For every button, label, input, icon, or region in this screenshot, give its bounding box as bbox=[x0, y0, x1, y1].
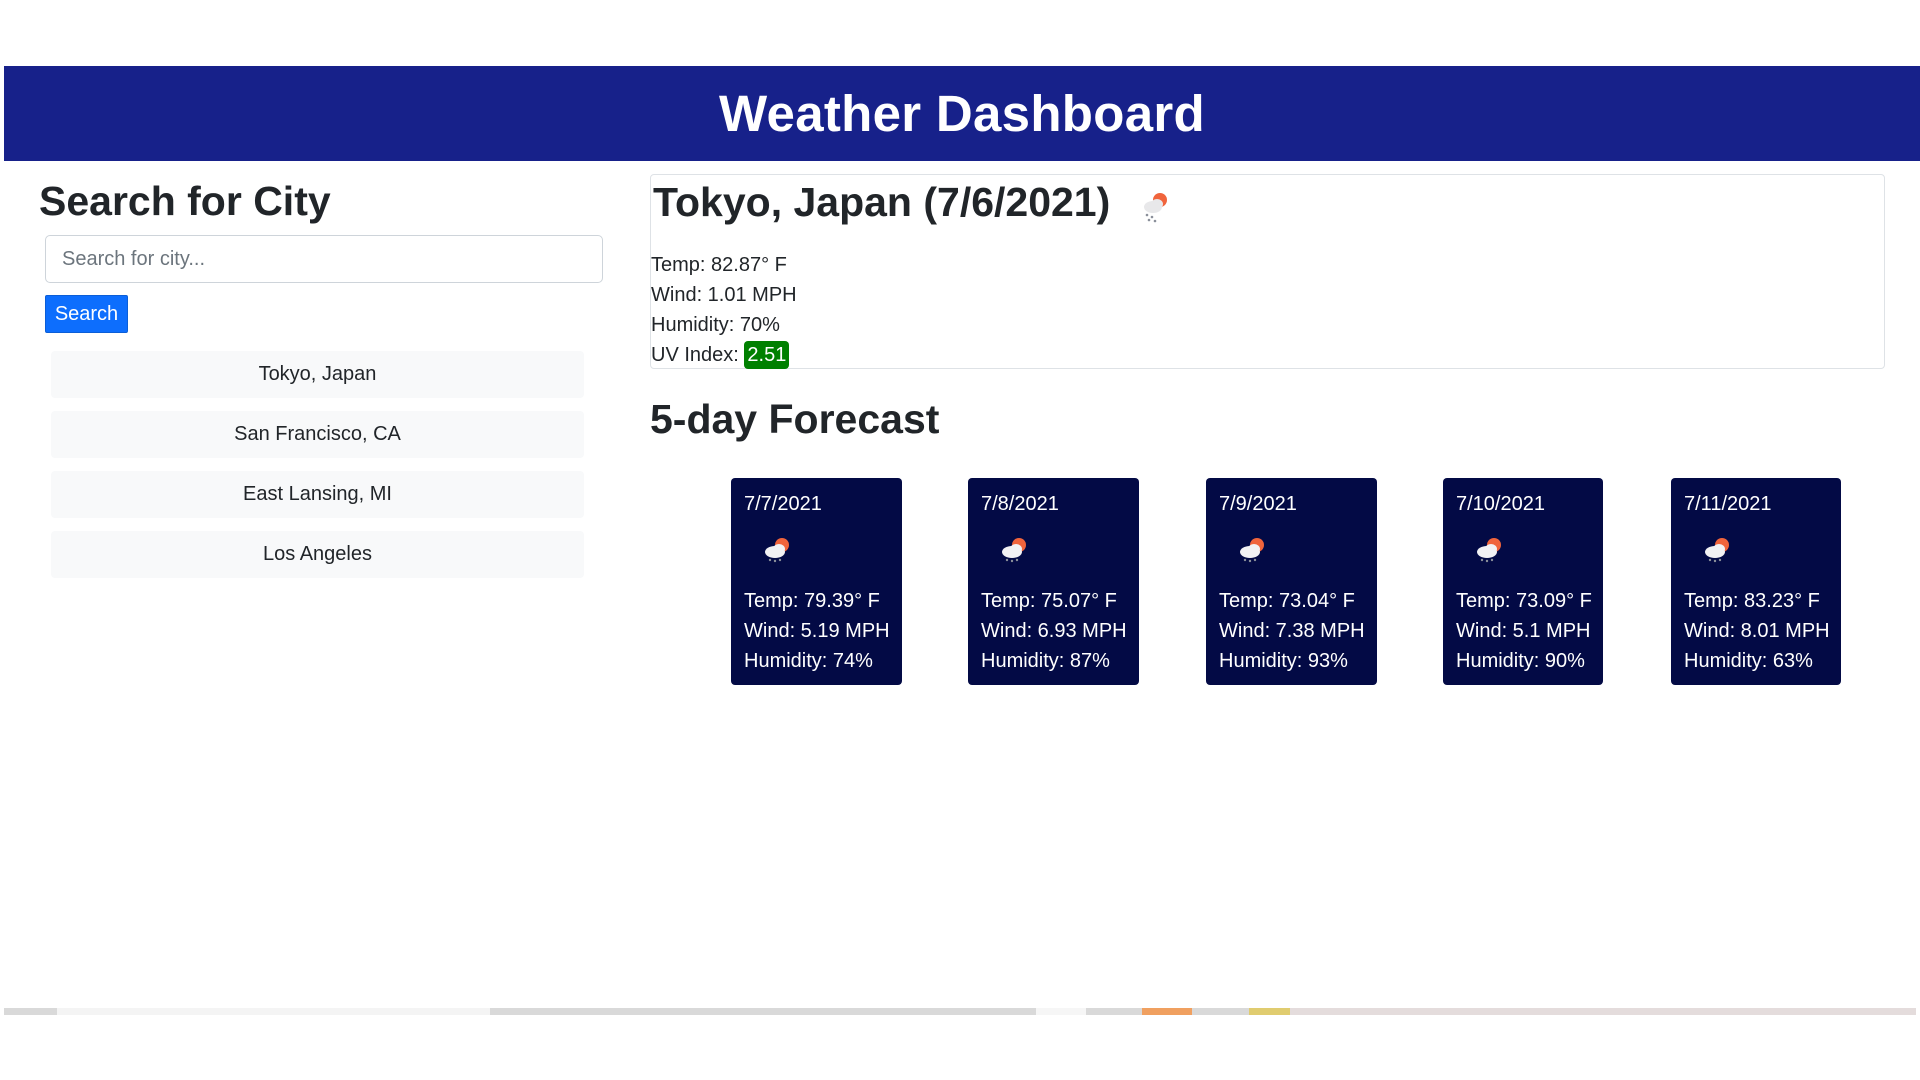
search-history-list: Tokyo, Japan San Francisco, CA East Lans… bbox=[51, 351, 584, 591]
forecast-details: Temp: 83.23° F Wind: 8.01 MPH Humidity: … bbox=[1684, 586, 1841, 676]
search-button[interactable]: Search bbox=[45, 295, 128, 333]
history-item-east-lansing[interactable]: East Lansing, MI bbox=[51, 471, 584, 518]
forecast-humidity: Humidity: 74% bbox=[744, 650, 873, 672]
forecast-details: Temp: 73.09° F Wind: 5.1 MPH Humidity: 9… bbox=[1456, 586, 1603, 676]
bottom-bar-segment bbox=[57, 1008, 490, 1015]
forecast-date: 7/10/2021 bbox=[1456, 493, 1545, 515]
page-title: Weather Dashboard bbox=[719, 85, 1205, 142]
forecast-humidity: Humidity: 87% bbox=[981, 650, 1110, 672]
cloud-rain-sun-icon bbox=[1705, 538, 1729, 563]
history-item-tokyo[interactable]: Tokyo, Japan bbox=[51, 351, 584, 398]
bottom-bar-segment bbox=[1036, 1008, 1086, 1015]
forecast-temp: Temp: 83.23° F bbox=[1684, 590, 1820, 612]
history-item-los-angeles[interactable]: Los Angeles bbox=[51, 531, 584, 578]
current-humidity: Humidity: 70% bbox=[651, 314, 780, 336]
forecast-humidity: Humidity: 93% bbox=[1219, 650, 1348, 672]
forecast-date: 7/11/2021 bbox=[1684, 493, 1772, 515]
forecast-temp: Temp: 73.09° F bbox=[1456, 590, 1592, 612]
forecast-temp: Temp: 79.39° F bbox=[744, 590, 880, 612]
search-input[interactable] bbox=[45, 235, 603, 283]
cloud-rain-sun-icon bbox=[1002, 538, 1026, 563]
cloud-rain-sun-icon bbox=[1144, 192, 1168, 222]
current-stats: Temp: 82.87° F Wind: 1.01 MPH Humidity: … bbox=[651, 250, 797, 370]
current-wind: Wind: 1.01 MPH bbox=[651, 284, 797, 306]
current-uv-row: UV Index: 2.51 bbox=[651, 340, 797, 370]
current-weather-card: Tokyo, Japan (7/6/2021) Temp: 82.87° F W… bbox=[650, 174, 1885, 369]
forecast-temp: Temp: 73.04° F bbox=[1219, 590, 1355, 612]
forecast-card: 7/11/2021 Temp: 83.23° F Wind: 8.01 MPH … bbox=[1671, 478, 1841, 685]
forecast-card: 7/8/2021 Temp: 75.07° F Wind: 6.93 MPH H… bbox=[968, 478, 1139, 685]
cloud-rain-sun-icon bbox=[1240, 538, 1264, 563]
forecast-card: 7/7/2021 Temp: 79.39° F Wind: 5.19 MPH H… bbox=[731, 478, 902, 685]
uv-label: UV Index: bbox=[651, 344, 739, 366]
app-header: Weather Dashboard bbox=[4, 66, 1920, 161]
bottom-bar-segment bbox=[1249, 1008, 1290, 1015]
forecast-temp: Temp: 75.07° F bbox=[981, 590, 1117, 612]
search-heading: Search for City bbox=[39, 178, 331, 224]
uv-index-badge: 2.51 bbox=[744, 341, 790, 369]
forecast-wind: Wind: 7.38 MPH bbox=[1219, 620, 1365, 642]
forecast-card: 7/9/2021 Temp: 73.04° F Wind: 7.38 MPH H… bbox=[1206, 478, 1377, 685]
forecast-humidity: Humidity: 63% bbox=[1684, 650, 1813, 672]
history-item-san-francisco[interactable]: San Francisco, CA bbox=[51, 411, 584, 458]
bottom-bar-segment bbox=[1142, 1008, 1192, 1015]
cloud-rain-sun-icon bbox=[1477, 538, 1501, 563]
forecast-wind: Wind: 5.1 MPH bbox=[1456, 620, 1591, 642]
bottom-bar-segment bbox=[1290, 1008, 1916, 1015]
forecast-wind: Wind: 6.93 MPH bbox=[981, 620, 1127, 642]
forecast-date: 7/7/2021 bbox=[744, 493, 822, 515]
cloud-rain-sun-icon bbox=[765, 538, 789, 563]
forecast-wind: Wind: 8.01 MPH bbox=[1684, 620, 1830, 642]
bottom-bar bbox=[4, 1008, 1916, 1015]
current-title-row: Tokyo, Japan (7/6/2021) bbox=[653, 179, 1176, 226]
current-temp: Temp: 82.87° F bbox=[651, 254, 787, 276]
forecast-details: Temp: 75.07° F Wind: 6.93 MPH Humidity: … bbox=[981, 586, 1139, 676]
current-city-title: Tokyo, Japan (7/6/2021) bbox=[653, 179, 1111, 225]
forecast-heading: 5-day Forecast bbox=[650, 396, 940, 442]
page: Weather Dashboard Search for City Search… bbox=[0, 0, 1920, 1080]
forecast-date: 7/8/2021 bbox=[981, 493, 1059, 515]
forecast-card: 7/10/2021 Temp: 73.09° F Wind: 5.1 MPH H… bbox=[1443, 478, 1603, 685]
forecast-humidity: Humidity: 90% bbox=[1456, 650, 1585, 672]
forecast-date: 7/9/2021 bbox=[1219, 493, 1297, 515]
forecast-details: Temp: 79.39° F Wind: 5.19 MPH Humidity: … bbox=[744, 586, 902, 676]
forecast-details: Temp: 73.04° F Wind: 7.38 MPH Humidity: … bbox=[1219, 586, 1377, 676]
forecast-wind: Wind: 5.19 MPH bbox=[744, 620, 890, 642]
